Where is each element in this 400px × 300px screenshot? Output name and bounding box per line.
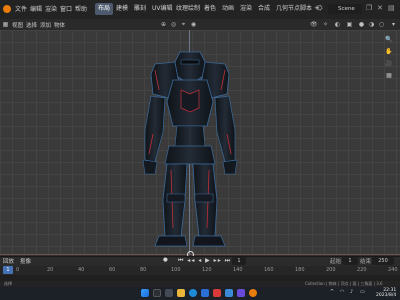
tab-animation[interactable]: 动画: [219, 3, 237, 15]
battery-icon[interactable]: ▭: [360, 289, 365, 295]
volume-icon[interactable]: ♪: [350, 289, 353, 295]
timeline-tick: 120: [202, 267, 212, 273]
overlay-icon[interactable]: ◐: [334, 21, 341, 28]
tab-compositing[interactable]: 合成: [255, 3, 273, 15]
menu-window[interactable]: 窗口: [60, 4, 72, 13]
end-label: 结束: [360, 259, 372, 265]
tab-uv-editing[interactable]: UV编辑: [149, 3, 176, 15]
robot-armor-model[interactable]: [125, 50, 255, 255]
start-label: 起始: [330, 259, 342, 265]
tab-layout[interactable]: 布局: [95, 3, 114, 15]
edge-browser-icon[interactable]: [189, 289, 197, 297]
viewport-menu-object[interactable]: 物体: [54, 21, 65, 29]
proportional-edit-icon[interactable]: ◉: [190, 21, 197, 28]
delete-scene-icon[interactable]: ✕: [377, 4, 385, 14]
timeline-tick: 140: [233, 267, 243, 273]
tab-scripting[interactable]: 脚本: [297, 3, 315, 15]
app-blue-icon[interactable]: [225, 289, 233, 297]
menu-help[interactable]: 帮助: [75, 4, 87, 13]
blender-logo-icon[interactable]: [3, 5, 11, 13]
timeline-tick: 20: [47, 267, 54, 273]
timeline-tick: 40: [78, 267, 85, 273]
snap-icon[interactable]: ⌖: [180, 21, 187, 28]
start-menu-icon[interactable]: [141, 289, 149, 297]
wifi-icon[interactable]: ◠: [340, 289, 344, 295]
tab-texture-paint[interactable]: 纹理绘制: [173, 3, 203, 15]
transform-orientation-icon[interactable]: ⊕: [160, 21, 167, 28]
timeline-ruler[interactable]: [0, 266, 400, 275]
timeline-tick: 160: [264, 267, 274, 273]
timeline-tick: 220: [357, 267, 367, 273]
timeline-tick: 100: [171, 267, 181, 273]
shading-options-icon[interactable]: ▾: [390, 21, 397, 28]
menu-file[interactable]: 文件: [15, 4, 27, 13]
record-icon[interactable]: ●: [163, 257, 168, 263]
tab-sculpting[interactable]: 雕刻: [131, 3, 149, 15]
shading-material-icon[interactable]: ◑: [368, 21, 375, 28]
photoshop-icon[interactable]: [201, 289, 209, 297]
app-red-icon[interactable]: [213, 289, 221, 297]
menu-edit[interactable]: 编辑: [30, 4, 42, 13]
copy-scene-icon[interactable]: ❐: [366, 4, 374, 14]
blender-taskbar-icon[interactable]: [249, 289, 257, 297]
tab-modeling[interactable]: 建模: [113, 3, 131, 15]
task-view-icon[interactable]: [165, 289, 173, 297]
tray-chevron-icon[interactable]: ^: [330, 289, 334, 295]
camera-view-icon[interactable]: 🎥: [385, 60, 393, 68]
visibility-icon[interactable]: 👁: [310, 21, 318, 28]
timeline-tick: 180: [295, 267, 305, 273]
scene-selector[interactable]: Scene: [328, 4, 362, 14]
timeline-tick: 0: [16, 267, 20, 273]
tab-shading[interactable]: 着色: [201, 3, 219, 15]
pan-hand-icon[interactable]: ✋: [385, 48, 393, 56]
start-frame-field[interactable]: 1: [342, 257, 358, 265]
timeline-tick: 240: [388, 267, 398, 273]
zoom-icon[interactable]: 🔍: [385, 36, 393, 44]
editor-type-icon[interactable]: ▦: [2, 21, 9, 28]
end-frame-field[interactable]: 250: [372, 257, 394, 265]
timeline-menu-keying[interactable]: 抠像: [20, 257, 31, 265]
gizmo-toggle-icon[interactable]: ✧: [322, 21, 329, 28]
viewport-menu-select[interactable]: 选择: [26, 21, 37, 29]
grid-view-icon[interactable]: ▦: [385, 72, 393, 80]
scene-icon[interactable]: ⛭: [317, 4, 323, 13]
timeline-tick: 200: [326, 267, 336, 273]
playhead[interactable]: 1: [3, 266, 13, 274]
timeline-tick: 80: [140, 267, 147, 273]
viewport-menu-add[interactable]: 添加: [40, 21, 51, 29]
tab-rendering[interactable]: 渲染: [237, 3, 255, 15]
search-icon[interactable]: [153, 289, 161, 297]
playback-controls[interactable]: ⏮ ◂◂ ◂ ▶ ▸▸ ⏭: [178, 257, 231, 265]
timeline-tick: 60: [109, 267, 116, 273]
viewport-menu-view[interactable]: 视图: [12, 21, 23, 29]
xray-icon[interactable]: ▣: [346, 21, 353, 28]
app-purple-icon[interactable]: [237, 289, 245, 297]
shading-rendered-icon[interactable]: ○: [378, 21, 385, 28]
taskbar-clock[interactable]: 22:31 2023/8/4: [376, 288, 396, 298]
file-explorer-icon[interactable]: [177, 289, 185, 297]
menu-render[interactable]: 渲染: [45, 4, 57, 13]
timeline-menu-playback[interactable]: 回放: [3, 257, 14, 265]
view-layer-icon[interactable]: ▤: [388, 4, 395, 12]
clock-date: 2023/8/4: [376, 293, 397, 298]
pivot-icon[interactable]: ◎: [170, 21, 177, 28]
shading-solid-icon[interactable]: ●: [358, 21, 365, 28]
current-frame-field[interactable]: 1: [232, 257, 246, 265]
